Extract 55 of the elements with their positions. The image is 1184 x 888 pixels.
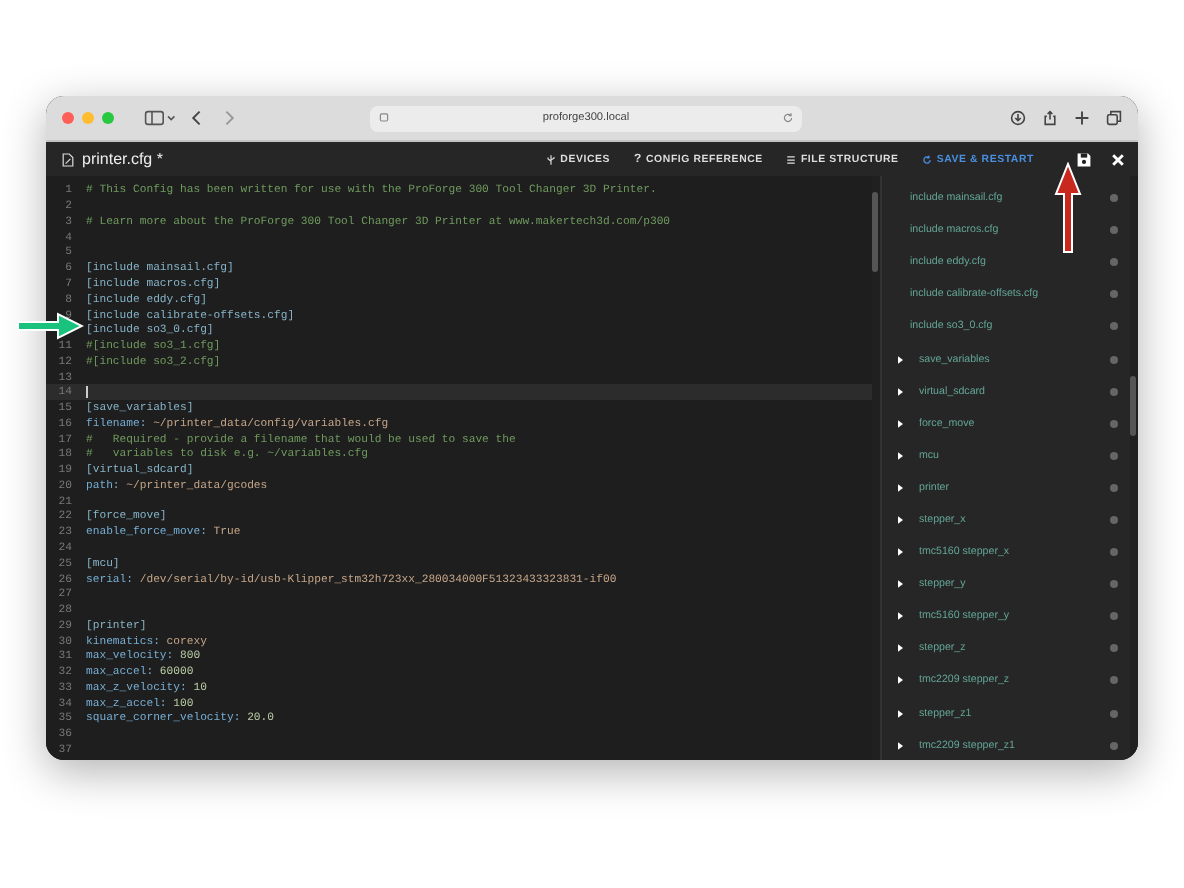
info-dot-icon[interactable]: [1110, 387, 1118, 396]
info-dot-icon[interactable]: [1110, 676, 1118, 685]
close-window-icon[interactable]: [62, 112, 74, 124]
expand-icon[interactable]: [898, 419, 903, 428]
reload-icon[interactable]: [781, 112, 794, 124]
sidebar-toggle-icon[interactable]: [144, 110, 176, 126]
info-dot-icon[interactable]: [1110, 290, 1118, 299]
info-dot-icon[interactable]: [1110, 226, 1118, 235]
forward-icon[interactable]: [220, 110, 236, 126]
restart-icon: [922, 153, 933, 165]
expand-icon[interactable]: [898, 515, 903, 524]
info-dot-icon[interactable]: [1110, 548, 1118, 557]
scrollbar-thumb[interactable]: [872, 192, 878, 272]
info-dot-icon[interactable]: [1110, 483, 1118, 492]
file-edit-icon: [62, 151, 74, 167]
info-dot-icon[interactable]: [1110, 451, 1118, 460]
code-editor[interactable]: [46, 176, 880, 760]
share-icon[interactable]: [1042, 110, 1058, 126]
zoom-window-icon[interactable]: [102, 112, 114, 124]
expand-icon[interactable]: [898, 387, 903, 396]
new-tab-icon[interactable]: [1074, 110, 1090, 126]
page-icon: [378, 112, 390, 124]
info-dot-icon[interactable]: [1110, 612, 1118, 621]
pointer-arrow: [1054, 162, 1082, 254]
back-icon[interactable]: [190, 110, 206, 126]
info-dot-icon[interactable]: [1110, 258, 1118, 267]
expand-icon[interactable]: [898, 741, 903, 750]
pointer-arrow: [16, 312, 84, 340]
save-icon[interactable]: [1076, 151, 1092, 167]
expand-icon[interactable]: [898, 709, 903, 718]
expand-icon[interactable]: [898, 483, 903, 492]
file-title: printer.cfg *: [82, 150, 163, 168]
info-dot-icon[interactable]: [1110, 580, 1118, 589]
text-cursor: [86, 385, 88, 398]
tabs-overview-icon[interactable]: [1106, 110, 1122, 126]
info-dot-icon[interactable]: [1110, 194, 1118, 203]
list-icon: [786, 153, 797, 165]
expand-icon[interactable]: [898, 644, 903, 653]
info-dot-icon[interactable]: [1110, 322, 1118, 331]
info-dot-icon[interactable]: [1110, 515, 1118, 524]
expand-icon[interactable]: [898, 580, 903, 589]
download-icon[interactable]: [1010, 110, 1026, 126]
info-dot-icon[interactable]: [1110, 419, 1118, 428]
info-dot-icon[interactable]: [1110, 741, 1118, 750]
info-dot-icon[interactable]: [1110, 355, 1118, 364]
expand-icon[interactable]: [898, 612, 903, 621]
scrollbar-thumb[interactable]: [1130, 376, 1136, 436]
expand-icon[interactable]: [898, 451, 903, 460]
expand-icon[interactable]: [898, 355, 903, 364]
expand-icon[interactable]: [898, 548, 903, 557]
info-dot-icon[interactable]: [1110, 709, 1118, 718]
usb-icon: [546, 153, 557, 165]
close-icon[interactable]: [1110, 151, 1126, 167]
info-dot-icon[interactable]: [1110, 644, 1118, 653]
expand-icon[interactable]: [898, 676, 903, 685]
